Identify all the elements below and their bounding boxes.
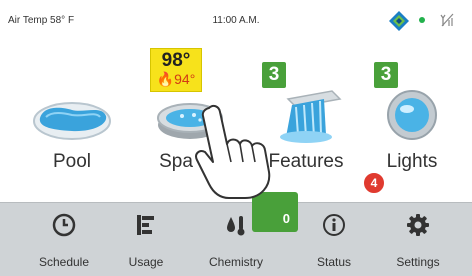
spa-actual-temp: 94° [174, 71, 196, 87]
status-alert-badge: 4 [362, 171, 386, 195]
tile-pool[interactable]: Pool [22, 55, 122, 195]
clock-icon [52, 213, 76, 237]
nav-label: Settings [396, 255, 440, 269]
spa-set-temp: 98° [161, 50, 191, 71]
nav-label: Chemistry [208, 255, 263, 269]
light-icon [387, 90, 437, 140]
status-bar: Air Temp 58° F 11:00 A.M. [0, 0, 472, 40]
nav-label: Status [316, 255, 352, 269]
nav-status[interactable]: Status [294, 203, 374, 276]
brand-logo-icon [389, 11, 409, 31]
bars-icon [137, 215, 154, 235]
flame-icon: 🔥 [156, 71, 175, 87]
tile-label: Lights [386, 151, 438, 172]
bottom-nav: Schedule Usage Chemistry Status Settings [0, 202, 472, 276]
nav-settings[interactable]: Settings [378, 203, 458, 276]
nav-label: Usage [128, 255, 164, 269]
nav-usage[interactable]: Usage [106, 203, 186, 276]
tile-label: Pool [52, 151, 92, 172]
nav-label: Schedule [38, 255, 90, 269]
features-count-badge: 3 [262, 62, 286, 88]
chemistry-badge-count: 0 [282, 211, 290, 226]
lights-count-badge: 3 [374, 62, 398, 88]
connection-status-icon [419, 17, 425, 23]
pool-icon [33, 102, 111, 140]
home-screen: Air Temp 58° F 11:00 A.M. Pool Spa 98° 🔥… [0, 0, 472, 276]
signal-icon [440, 13, 454, 27]
touch-hand-icon [195, 104, 271, 199]
nav-schedule[interactable]: Schedule [24, 203, 104, 276]
droplet-thermometer-icon [227, 216, 245, 236]
spa-temperature-badge: 98° 🔥94° [150, 48, 202, 92]
info-icon [323, 214, 345, 236]
spa-actual-temp-row: 🔥94° [151, 71, 201, 87]
gear-icon [407, 214, 429, 236]
